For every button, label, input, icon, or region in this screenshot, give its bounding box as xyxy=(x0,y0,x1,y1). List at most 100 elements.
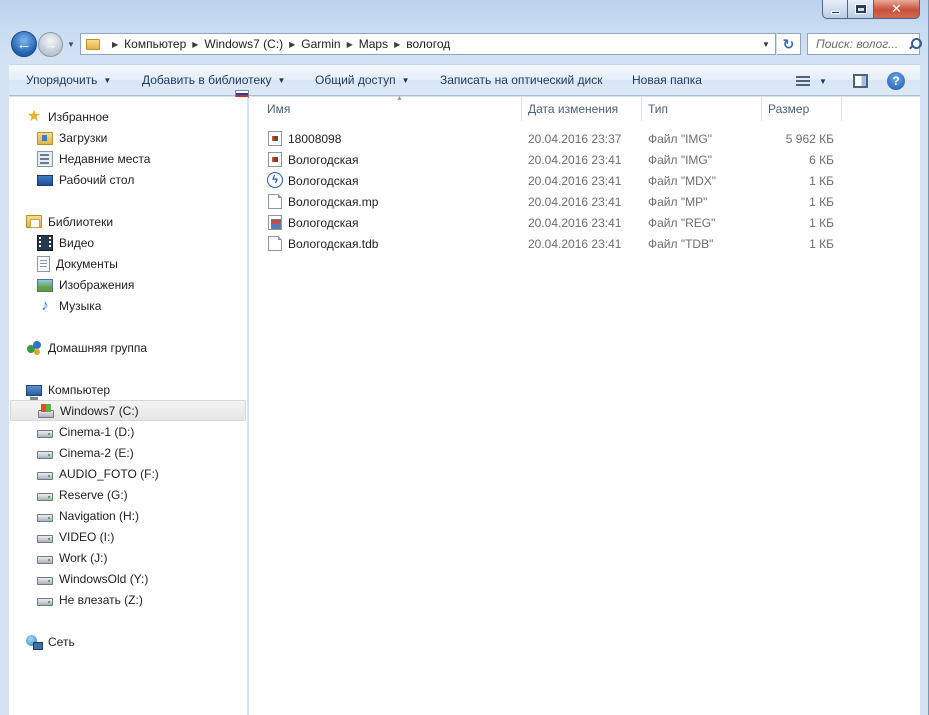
sidebar-item-video[interactable]: Видео xyxy=(37,232,94,253)
file-type: Файл "MP" xyxy=(648,195,708,209)
column-header-name[interactable]: Имя ▲ xyxy=(258,95,522,121)
file-row[interactable]: Вологодская 20.04.2016 23:41 Файл "IMG" … xyxy=(258,149,842,170)
breadcrumb-computer[interactable]: Компьютер xyxy=(124,37,186,51)
back-arrow-icon: ← xyxy=(16,35,32,53)
command-bar: Упорядочить ▼ Добавить в библиотеку ▼ Об… xyxy=(9,64,920,98)
sidebar-item-drive-j[interactable]: Work (J:) xyxy=(37,547,107,568)
sidebar-item-drive-z[interactable]: Не влезать (Z:) xyxy=(37,589,143,610)
close-button[interactable]: ✕ xyxy=(874,0,920,19)
sidebar-item-drive-e[interactable]: Cinema-2 (E:) xyxy=(37,442,134,463)
chevron-down-icon: ▼ xyxy=(277,75,286,85)
chevron-down-icon[interactable]: ▼ xyxy=(819,77,827,86)
hard-drive-icon xyxy=(37,471,53,480)
sidebar-item-label: Cinema-1 (D:) xyxy=(59,424,135,439)
sidebar-item-drive-c[interactable]: Windows7 (C:) xyxy=(10,400,246,421)
file-date: 20.04.2016 23:41 xyxy=(528,195,622,209)
homegroup-icon xyxy=(26,340,42,356)
refresh-button[interactable]: ↻ xyxy=(777,33,801,55)
file-row[interactable]: Вологодская.tdb 20.04.2016 23:41 Файл "T… xyxy=(258,233,842,254)
column-header-label: Имя xyxy=(267,102,291,116)
search-input[interactable] xyxy=(816,35,906,53)
sidebar-item-documents[interactable]: Документы xyxy=(37,253,118,274)
file-size: 1 КБ xyxy=(809,216,834,230)
preview-pane-icon[interactable] xyxy=(853,74,868,88)
address-bar[interactable]: ▶ Компьютер ▶ Windows7 (C:) ▶ Garmin ▶ M… xyxy=(80,33,776,55)
sidebar-item-label: Navigation (H:) xyxy=(59,508,140,523)
column-header-type[interactable]: Тип xyxy=(642,97,762,121)
share-menu-button[interactable]: Общий доступ ▼ xyxy=(315,65,410,95)
change-view-button[interactable]: ▼ xyxy=(796,73,827,89)
breadcrumb-drive-c[interactable]: Windows7 (C:) xyxy=(204,37,283,51)
file-size: 1 КБ xyxy=(809,195,834,209)
file-list-pane[interactable]: Имя ▲ Дата изменения Тип Размер 18008098… xyxy=(249,95,920,715)
sidebar-item-drive-y[interactable]: WindowsOld (Y:) xyxy=(37,568,148,589)
burn-to-disc-button[interactable]: Записать на оптический диск xyxy=(440,65,603,95)
sidebar-item-drive-f[interactable]: AUDIO_FOTO (F:) xyxy=(37,463,159,484)
sidebar-item-recent-places[interactable]: Недавние места xyxy=(37,148,150,169)
breadcrumb-separator-icon[interactable]: ▶ xyxy=(112,40,118,49)
add-to-library-menu-button[interactable]: Добавить в библиотеку ▼ xyxy=(142,65,285,95)
sidebar-item-pictures[interactable]: Изображения xyxy=(37,274,134,295)
column-header-date[interactable]: Дата изменения xyxy=(522,97,642,121)
recent-pages-button[interactable]: ▼ xyxy=(65,38,77,50)
minimize-button[interactable] xyxy=(822,0,848,19)
breadcrumb-maps[interactable]: Maps xyxy=(359,37,388,51)
file-row[interactable]: Вологодская 20.04.2016 23:41 Файл "REG" … xyxy=(258,212,842,233)
sidebar-item-drive-g[interactable]: Reserve (G:) xyxy=(37,484,128,505)
sidebar-item-label: Документы xyxy=(56,256,118,271)
breadcrumb-separator-icon[interactable]: ▶ xyxy=(394,40,400,49)
forward-button[interactable]: → xyxy=(38,32,63,57)
hard-drive-icon xyxy=(37,429,53,438)
organize-menu-button[interactable]: Упорядочить ▼ xyxy=(26,65,111,95)
sidebar-item-drive-i[interactable]: VIDEO (I:) xyxy=(37,526,114,547)
sort-ascending-icon: ▲ xyxy=(396,95,403,102)
column-headers: Имя ▲ Дата изменения Тип Размер xyxy=(249,95,849,121)
file-row[interactable]: ϟ Вологодская 20.04.2016 23:41 Файл "MDX… xyxy=(258,170,842,191)
sidebar-item-label: VIDEO (I:) xyxy=(59,529,115,544)
caption-buttons: ✕ xyxy=(822,0,920,20)
sidebar-libraries[interactable]: Библиотеки xyxy=(26,211,113,232)
file-name: 18008098 xyxy=(288,132,342,146)
file-row[interactable]: 18008098 20.04.2016 23:37 Файл "IMG" 5 9… xyxy=(258,128,842,149)
column-header-label: Тип xyxy=(648,102,669,116)
sidebar-item-desktop[interactable]: Рабочий стол xyxy=(37,169,134,190)
help-icon[interactable]: ? xyxy=(887,72,905,90)
sidebar-homegroup[interactable]: Домашняя группа xyxy=(26,337,147,358)
breadcrumb-garmin[interactable]: Garmin xyxy=(301,37,340,51)
sidebar-favorites[interactable]: ★ Избранное xyxy=(26,106,109,127)
maximize-icon xyxy=(855,5,866,13)
search-box[interactable] xyxy=(807,33,922,55)
sidebar-item-label: Не влезать (Z:) xyxy=(59,592,143,607)
address-history-dropdown[interactable]: ▼ xyxy=(757,34,775,54)
file-date: 20.04.2016 23:41 xyxy=(528,174,622,188)
sidebar-item-downloads[interactable]: Загрузки xyxy=(37,127,107,148)
blank-file-icon xyxy=(268,194,282,209)
navigation-pane: ★ Избранное Загрузки Недавние места Рабо… xyxy=(9,97,248,715)
folder-icon xyxy=(86,38,100,50)
sidebar-computer[interactable]: Компьютер xyxy=(26,379,110,400)
sidebar-item-drive-h[interactable]: Navigation (H:) xyxy=(37,505,139,526)
file-row[interactable]: Вологодская.mp 20.04.2016 23:41 Файл "MP… xyxy=(258,191,842,212)
file-date: 20.04.2016 23:37 xyxy=(528,132,622,146)
sidebar-item-label: Видео xyxy=(59,235,95,250)
search-icon[interactable] xyxy=(907,37,922,51)
breadcrumb-separator-icon[interactable]: ▶ xyxy=(192,40,198,49)
recent-places-icon xyxy=(37,150,53,167)
breadcrumb-separator-icon[interactable]: ▶ xyxy=(347,40,353,49)
computer-icon xyxy=(26,384,42,400)
new-folder-button[interactable]: Новая папка xyxy=(632,65,702,95)
breadcrumb-separator-icon[interactable]: ▶ xyxy=(289,40,295,49)
mdx-file-icon: ϟ xyxy=(267,172,283,188)
sidebar-item-drive-d[interactable]: Cinema-1 (D:) xyxy=(37,421,134,442)
hard-drive-icon xyxy=(37,450,53,459)
back-button[interactable]: ← xyxy=(11,31,37,57)
sidebar-network[interactable]: Сеть xyxy=(26,631,75,652)
maximize-button[interactable] xyxy=(848,0,874,19)
sidebar-item-label: Windows7 (C:) xyxy=(60,403,139,418)
sidebar-item-label: Загрузки xyxy=(59,130,108,145)
file-name: Вологодская.mp xyxy=(288,195,379,209)
windows-drive-icon xyxy=(38,403,54,418)
sidebar-item-music[interactable]: ♪ Музыка xyxy=(37,295,101,316)
column-header-size[interactable]: Размер xyxy=(762,97,842,121)
breadcrumb-current-folder[interactable]: вологод xyxy=(406,37,450,51)
